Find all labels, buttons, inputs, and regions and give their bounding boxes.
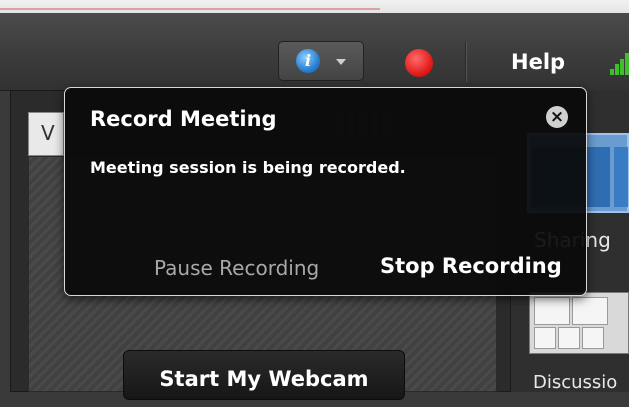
toolbar-divider bbox=[465, 42, 466, 82]
video-pod-tab[interactable]: V bbox=[28, 112, 64, 156]
record-icon[interactable] bbox=[405, 49, 433, 77]
info-icon: i bbox=[296, 49, 320, 73]
pause-recording-button[interactable]: Pause Recording bbox=[154, 256, 319, 280]
close-icon[interactable]: × bbox=[546, 106, 568, 128]
chevron-down-icon bbox=[336, 59, 346, 65]
layout-pane bbox=[534, 327, 556, 349]
layout-pane bbox=[582, 327, 604, 349]
info-menu-button[interactable]: i bbox=[278, 41, 364, 81]
popup-title: Record Meeting bbox=[90, 107, 277, 131]
layout-pane bbox=[614, 147, 628, 207]
layout-pane bbox=[534, 297, 570, 325]
chrome-accent-line bbox=[0, 8, 380, 10]
layout-pane bbox=[572, 297, 608, 325]
help-menu[interactable]: Help bbox=[511, 50, 565, 74]
stop-recording-button[interactable]: Stop Recording bbox=[380, 254, 562, 278]
layout-pane bbox=[558, 327, 580, 349]
window-top-chrome bbox=[0, 0, 629, 13]
main-toolbar: i Help bbox=[0, 13, 629, 91]
record-meeting-popup: Record Meeting × Meeting session is bein… bbox=[64, 87, 587, 296]
start-webcam-button[interactable]: Start My Webcam bbox=[123, 350, 405, 400]
layout-thumbnail-discussion[interactable] bbox=[529, 292, 629, 354]
signal-strength-icon bbox=[610, 53, 629, 75]
layout-label-discussion: Discussio bbox=[533, 372, 618, 393]
popup-message: Meeting session is being recorded. bbox=[90, 158, 406, 177]
